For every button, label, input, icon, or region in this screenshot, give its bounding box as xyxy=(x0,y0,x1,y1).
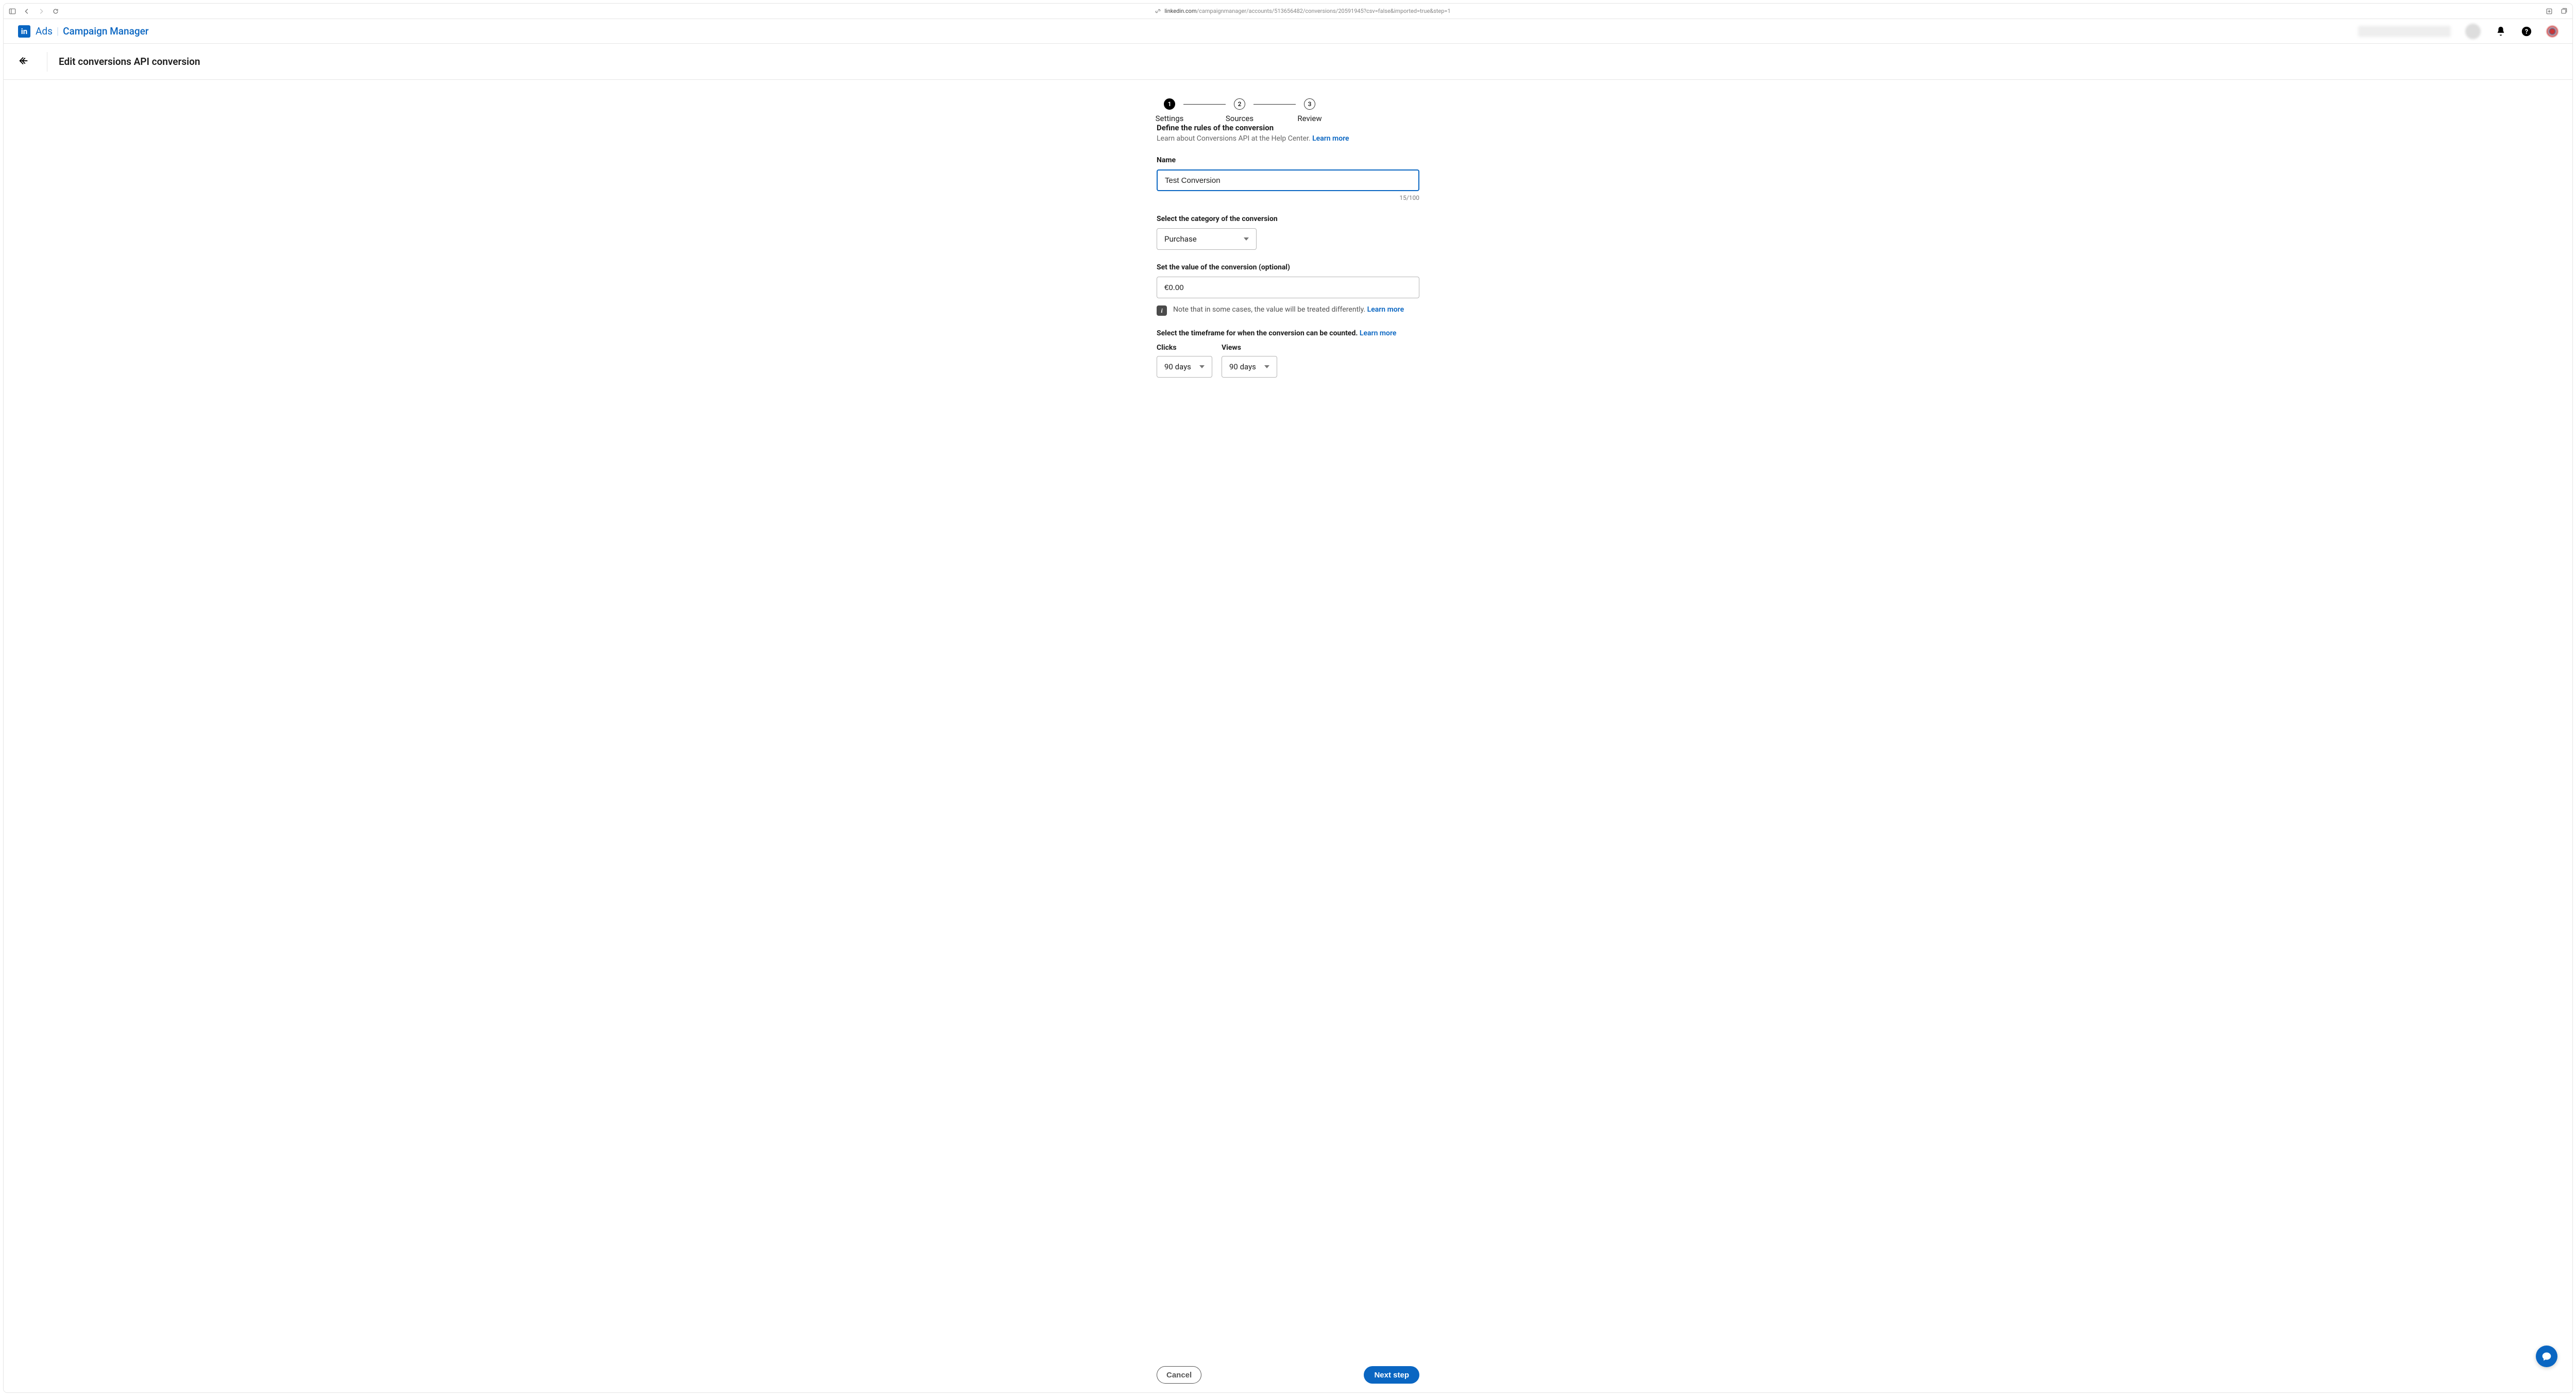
app-header: in Ads | Campaign Manager ? xyxy=(4,19,2572,44)
url-bar[interactable]: linkedin.com/campaignmanager/accounts/51… xyxy=(1164,8,1450,14)
reload-icon[interactable] xyxy=(52,8,59,15)
nav-forward-icon xyxy=(38,8,45,15)
browser-chrome: linkedin.com/campaignmanager/accounts/51… xyxy=(4,4,2572,19)
conversion-name-input[interactable] xyxy=(1157,169,1419,191)
help-icon[interactable]: ? xyxy=(2521,26,2532,37)
value-label: Set the value of the conversion (optiona… xyxy=(1157,263,1419,271)
info-icon: i xyxy=(1157,305,1167,316)
learn-more-link[interactable]: Learn more xyxy=(1312,134,1349,143)
views-label: Views xyxy=(1222,344,1277,352)
sidebar-toggle-icon[interactable] xyxy=(9,8,16,15)
step-sources[interactable]: 2 Sources xyxy=(1226,98,1253,123)
name-label: Name xyxy=(1157,156,1419,164)
timeframe-learn-more-link[interactable]: Learn more xyxy=(1360,329,1396,337)
category-label: Select the category of the conversion xyxy=(1157,215,1419,223)
stepper: 1 Settings 2 Sources 3 Review xyxy=(1156,98,1419,123)
back-arrow-icon[interactable] xyxy=(18,55,29,69)
svg-text:?: ? xyxy=(2525,28,2528,36)
chat-fab[interactable] xyxy=(2536,1346,2557,1367)
account-name-blurred[interactable] xyxy=(2358,26,2451,37)
footer-bar: Cancel Next step xyxy=(4,1359,2572,1391)
conversion-value-input[interactable] xyxy=(1157,277,1419,298)
value-learn-more-link[interactable]: Learn more xyxy=(1367,305,1404,314)
brand-campaign-manager: Campaign Manager xyxy=(63,25,148,37)
section-title: Define the rules of the conversion xyxy=(1157,123,1419,132)
next-step-button[interactable]: Next step xyxy=(1364,1366,1419,1384)
locale-flag-icon[interactable] xyxy=(2547,26,2558,37)
cancel-button[interactable]: Cancel xyxy=(1157,1366,1201,1384)
share-icon[interactable] xyxy=(2546,8,2553,15)
nav-back-icon[interactable] xyxy=(23,8,30,15)
tabs-icon[interactable] xyxy=(2560,8,2567,15)
account-avatar[interactable] xyxy=(2465,24,2481,39)
linkedin-logo-icon: in xyxy=(18,25,30,38)
category-select[interactable]: Purchase xyxy=(1157,228,1257,250)
brand-ads: Ads xyxy=(36,25,53,37)
clicks-select[interactable]: 90 days xyxy=(1157,356,1212,378)
section-subtitle: Learn about Conversions API at the Help … xyxy=(1157,134,1419,143)
page-title: Edit conversions API conversion xyxy=(59,56,200,67)
chevron-down-icon xyxy=(1264,365,1269,368)
value-note: Note that in some cases, the value will … xyxy=(1173,305,1404,314)
clicks-label: Clicks xyxy=(1157,344,1212,352)
chevron-down-icon xyxy=(1244,237,1249,241)
step-settings[interactable]: 1 Settings xyxy=(1156,98,1183,123)
char-count: 15/100 xyxy=(1157,194,1419,201)
step-review[interactable]: 3 Review xyxy=(1296,98,1324,123)
views-select[interactable]: 90 days xyxy=(1222,356,1277,378)
chat-icon xyxy=(2541,1351,2552,1361)
chevron-down-icon xyxy=(1199,365,1205,368)
notifications-icon[interactable] xyxy=(2495,26,2506,37)
page-title-bar: Edit conversions API conversion xyxy=(4,44,2572,80)
link-icon xyxy=(1154,8,1161,15)
brand-logo[interactable]: in Ads | Campaign Manager xyxy=(18,25,149,38)
timeframe-label: Select the timeframe for when the conver… xyxy=(1157,329,1419,337)
